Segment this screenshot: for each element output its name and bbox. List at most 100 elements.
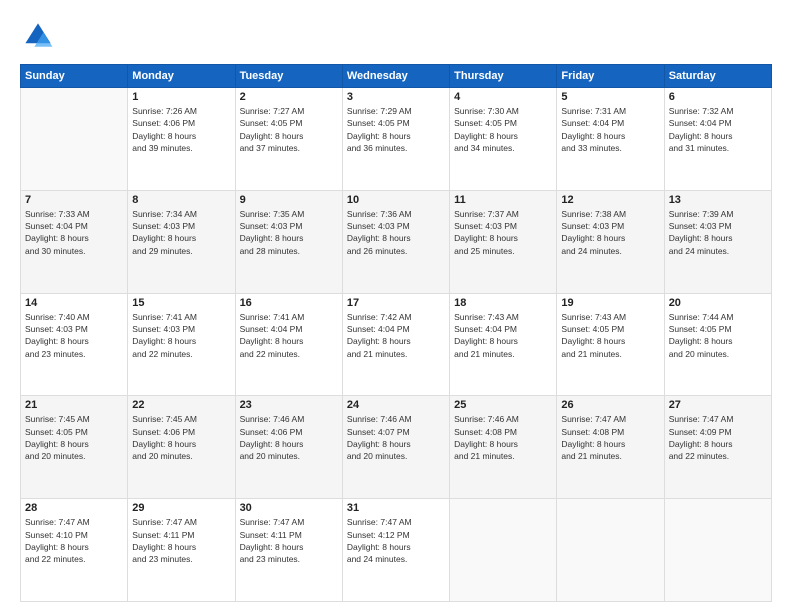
calendar-cell: 30 Sunrise: 7:47 AM Sunset: 4:11 PM Dayli… — [235, 499, 342, 602]
day-info: Sunrise: 7:44 AM Sunset: 4:05 PM Dayligh… — [669, 311, 767, 360]
day-info: Sunrise: 7:26 AM Sunset: 4:06 PM Dayligh… — [132, 105, 230, 154]
day-info: Sunrise: 7:47 AM Sunset: 4:10 PM Dayligh… — [25, 516, 123, 565]
calendar-cell: 27 Sunrise: 7:47 AM Sunset: 4:09 PM Dayli… — [664, 396, 771, 499]
calendar-cell: 3 Sunrise: 7:29 AM Sunset: 4:05 PM Daylig… — [342, 88, 449, 191]
day-number: 6 — [669, 91, 767, 103]
day-info: Sunrise: 7:40 AM Sunset: 4:03 PM Dayligh… — [25, 311, 123, 360]
calendar-cell: 16Sunrise: 7:41 AM Sunset: 4:04 PM Dayli… — [235, 293, 342, 396]
page: SundayMondayTuesdayWednesdayThursdayFrid… — [0, 0, 792, 612]
day-info: Sunrise: 7:31 AM Sunset: 4:04 PM Dayligh… — [561, 105, 659, 154]
day-number: 12 — [561, 194, 659, 206]
day-info: Sunrise: 7:27 AM Sunset: 4:05 PM Dayligh… — [240, 105, 338, 154]
calendar-cell: 5 Sunrise: 7:31 AM Sunset: 4:04 PM Daylig… — [557, 88, 664, 191]
week-row-4: 21 Sunrise: 7:45 AM Sunset: 4:05 PM Dayli… — [21, 396, 772, 499]
calendar-cell: 1 Sunrise: 7:26 AM Sunset: 4:06 PM Daylig… — [128, 88, 235, 191]
weekday-header-wednesday: Wednesday — [342, 65, 449, 88]
calendar-cell: 8 Sunrise: 7:34 AM Sunset: 4:03 PM Daylig… — [128, 190, 235, 293]
calendar-cell: 20Sunrise: 7:44 AM Sunset: 4:05 PM Dayli… — [664, 293, 771, 396]
day-number: 3 — [347, 91, 445, 103]
day-info: Sunrise: 7:35 AM Sunset: 4:03 PM Dayligh… — [240, 208, 338, 257]
week-row-1: 1 Sunrise: 7:26 AM Sunset: 4:06 PM Daylig… — [21, 88, 772, 191]
day-info: Sunrise: 7:39 AM Sunset: 4:03 PM Dayligh… — [669, 208, 767, 257]
day-info: Sunrise: 7:46 AM Sunset: 4:06 PM Dayligh… — [240, 413, 338, 462]
day-info: Sunrise: 7:42 AM Sunset: 4:04 PM Dayligh… — [347, 311, 445, 360]
calendar-cell: 9 Sunrise: 7:35 AM Sunset: 4:03 PM Daylig… — [235, 190, 342, 293]
day-info: Sunrise: 7:37 AM Sunset: 4:03 PM Dayligh… — [454, 208, 552, 257]
day-number: 29 — [132, 502, 230, 514]
calendar-cell: 18Sunrise: 7:43 AM Sunset: 4:04 PM Dayli… — [450, 293, 557, 396]
calendar-cell: 29Sunrise: 7:47 AM Sunset: 4:11 PM Dayli… — [128, 499, 235, 602]
day-number: 17 — [347, 297, 445, 309]
day-info: Sunrise: 7:47 AM Sunset: 4:12 PM Dayligh… — [347, 516, 445, 565]
day-number: 7 — [25, 194, 123, 206]
calendar-cell — [557, 499, 664, 602]
day-number: 27 — [669, 399, 767, 411]
calendar-cell: 25 Sunrise: 7:46 AM Sunset: 4:08 PM Dayli… — [450, 396, 557, 499]
day-number: 28 — [25, 502, 123, 514]
day-info: Sunrise: 7:34 AM Sunset: 4:03 PM Dayligh… — [132, 208, 230, 257]
calendar-cell: 4 Sunrise: 7:30 AM Sunset: 4:05 PM Daylig… — [450, 88, 557, 191]
week-row-2: 7 Sunrise: 7:33 AM Sunset: 4:04 PM Daylig… — [21, 190, 772, 293]
day-number: 11 — [454, 194, 552, 206]
calendar-cell: 10 Sunrise: 7:36 AM Sunset: 4:03 PM Dayli… — [342, 190, 449, 293]
day-info: Sunrise: 7:45 AM Sunset: 4:05 PM Dayligh… — [25, 413, 123, 462]
calendar-cell: 13 Sunrise: 7:39 AM Sunset: 4:03 PM Dayli… — [664, 190, 771, 293]
day-info: Sunrise: 7:47 AM Sunset: 4:08 PM Dayligh… — [561, 413, 659, 462]
weekday-header-row: SundayMondayTuesdayWednesdayThursdayFrid… — [21, 65, 772, 88]
calendar-cell: 11 Sunrise: 7:37 AM Sunset: 4:03 PM Dayli… — [450, 190, 557, 293]
day-info: Sunrise: 7:43 AM Sunset: 4:05 PM Dayligh… — [561, 311, 659, 360]
day-info: Sunrise: 7:46 AM Sunset: 4:08 PM Dayligh… — [454, 413, 552, 462]
calendar-cell: 31 Sunrise: 7:47 AM Sunset: 4:12 PM Dayli… — [342, 499, 449, 602]
calendar-cell: 7 Sunrise: 7:33 AM Sunset: 4:04 PM Daylig… — [21, 190, 128, 293]
weekday-header-friday: Friday — [557, 65, 664, 88]
day-number: 1 — [132, 91, 230, 103]
weekday-header-thursday: Thursday — [450, 65, 557, 88]
weekday-header-tuesday: Tuesday — [235, 65, 342, 88]
weekday-header-sunday: Sunday — [21, 65, 128, 88]
day-info: Sunrise: 7:29 AM Sunset: 4:05 PM Dayligh… — [347, 105, 445, 154]
day-number: 8 — [132, 194, 230, 206]
calendar-table: SundayMondayTuesdayWednesdayThursdayFrid… — [20, 64, 772, 602]
day-number: 14 — [25, 297, 123, 309]
calendar-cell: 19 Sunrise: 7:43 AM Sunset: 4:05 PM Dayli… — [557, 293, 664, 396]
day-number: 30 — [240, 502, 338, 514]
day-number: 5 — [561, 91, 659, 103]
day-number: 22 — [132, 399, 230, 411]
day-number: 25 — [454, 399, 552, 411]
calendar-cell: 2 Sunrise: 7:27 AM Sunset: 4:05 PM Daylig… — [235, 88, 342, 191]
day-info: Sunrise: 7:47 AM Sunset: 4:09 PM Dayligh… — [669, 413, 767, 462]
day-number: 21 — [25, 399, 123, 411]
day-number: 31 — [347, 502, 445, 514]
logo-icon — [20, 18, 56, 54]
calendar-cell: 24 Sunrise: 7:46 AM Sunset: 4:07 PM Dayli… — [342, 396, 449, 499]
day-number: 4 — [454, 91, 552, 103]
calendar-cell: 12 Sunrise: 7:38 AM Sunset: 4:03 PM Dayli… — [557, 190, 664, 293]
day-number: 2 — [240, 91, 338, 103]
week-row-5: 28 Sunrise: 7:47 AM Sunset: 4:10 PM Dayli… — [21, 499, 772, 602]
calendar-cell: 15 Sunrise: 7:41 AM Sunset: 4:03 PM Dayli… — [128, 293, 235, 396]
day-number: 19 — [561, 297, 659, 309]
weekday-header-saturday: Saturday — [664, 65, 771, 88]
calendar-cell: 17 Sunrise: 7:42 AM Sunset: 4:04 PM Dayli… — [342, 293, 449, 396]
day-number: 13 — [669, 194, 767, 206]
day-number: 10 — [347, 194, 445, 206]
day-info: Sunrise: 7:41 AM Sunset: 4:03 PM Dayligh… — [132, 311, 230, 360]
calendar-cell: 23Sunrise: 7:46 AM Sunset: 4:06 PM Dayli… — [235, 396, 342, 499]
day-info: Sunrise: 7:43 AM Sunset: 4:04 PM Dayligh… — [454, 311, 552, 360]
calendar-cell — [21, 88, 128, 191]
day-number: 24 — [347, 399, 445, 411]
day-info: Sunrise: 7:36 AM Sunset: 4:03 PM Dayligh… — [347, 208, 445, 257]
calendar-cell: 26Sunrise: 7:47 AM Sunset: 4:08 PM Dayli… — [557, 396, 664, 499]
day-info: Sunrise: 7:33 AM Sunset: 4:04 PM Dayligh… — [25, 208, 123, 257]
day-info: Sunrise: 7:47 AM Sunset: 4:11 PM Dayligh… — [240, 516, 338, 565]
day-info: Sunrise: 7:30 AM Sunset: 4:05 PM Dayligh… — [454, 105, 552, 154]
day-number: 15 — [132, 297, 230, 309]
day-info: Sunrise: 7:38 AM Sunset: 4:03 PM Dayligh… — [561, 208, 659, 257]
day-info: Sunrise: 7:45 AM Sunset: 4:06 PM Dayligh… — [132, 413, 230, 462]
day-number: 9 — [240, 194, 338, 206]
day-info: Sunrise: 7:46 AM Sunset: 4:07 PM Dayligh… — [347, 413, 445, 462]
weekday-header-monday: Monday — [128, 65, 235, 88]
calendar-cell — [664, 499, 771, 602]
header — [20, 18, 772, 54]
week-row-3: 14 Sunrise: 7:40 AM Sunset: 4:03 PM Dayli… — [21, 293, 772, 396]
